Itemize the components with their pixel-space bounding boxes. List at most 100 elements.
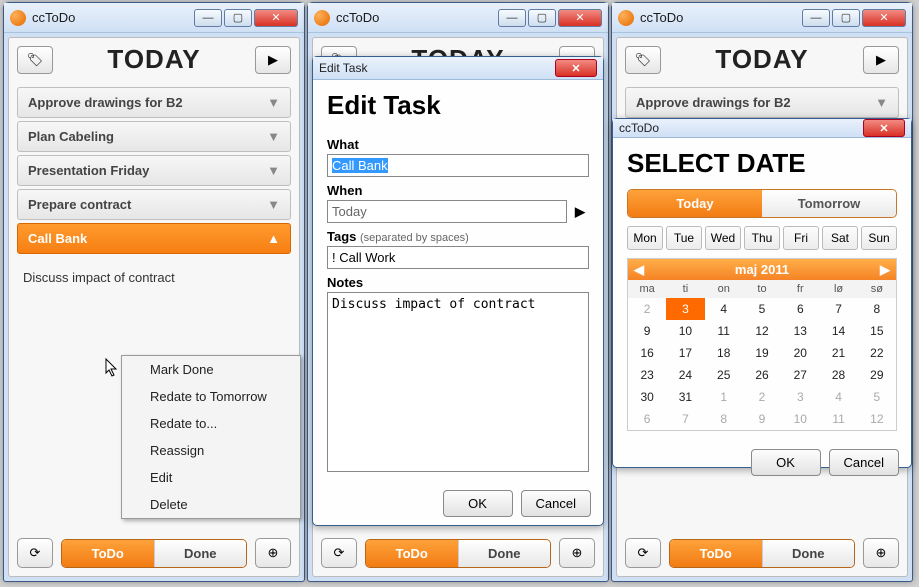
tab-todo[interactable]: ToDo — [366, 540, 459, 567]
cal-day[interactable]: 22 — [858, 342, 896, 364]
task-row[interactable]: Prepare contract▼ — [17, 189, 291, 220]
cal-next-button[interactable]: ▶ — [874, 262, 896, 278]
ctx-edit[interactable]: Edit — [122, 464, 300, 491]
cal-day[interactable]: 11 — [819, 408, 857, 430]
cancel-button[interactable]: Cancel — [521, 490, 591, 517]
refresh-button[interactable]: ⟳ — [321, 538, 357, 568]
add-button[interactable]: ⊕ — [559, 538, 595, 568]
cal-day[interactable]: 27 — [781, 364, 819, 386]
close-button[interactable]: ✕ — [254, 9, 298, 27]
add-button[interactable]: ⊕ — [863, 538, 899, 568]
ctx-delete[interactable]: Delete — [122, 491, 300, 518]
cal-prev-button[interactable]: ◀ — [628, 262, 650, 278]
cal-day[interactable]: 14 — [819, 320, 857, 342]
close-button[interactable]: ✕ — [558, 9, 602, 27]
cal-day[interactable]: 29 — [858, 364, 896, 386]
add-button[interactable]: ⊕ — [255, 538, 291, 568]
cal-day[interactable]: 18 — [705, 342, 743, 364]
titlebar[interactable]: ccToDo — ▢ ✕ — [612, 3, 912, 33]
tag-button[interactable]: 🏷 — [17, 46, 53, 74]
cal-day[interactable]: 7 — [819, 298, 857, 320]
maximize-button[interactable]: ▢ — [832, 9, 860, 27]
day-sun[interactable]: Sun — [861, 226, 897, 250]
cal-day[interactable]: 17 — [666, 342, 704, 364]
ok-button[interactable]: OK — [751, 449, 821, 476]
cal-day[interactable]: 6 — [781, 298, 819, 320]
tab-todo[interactable]: ToDo — [670, 540, 763, 567]
cal-day[interactable]: 2 — [628, 298, 666, 320]
cal-day[interactable]: 3 — [781, 386, 819, 408]
dialog-close-button[interactable]: ✕ — [863, 119, 905, 137]
cal-day[interactable]: 7 — [666, 408, 704, 430]
ctx-reassign[interactable]: Reassign — [122, 437, 300, 464]
when-input[interactable]: Today — [327, 200, 567, 223]
refresh-button[interactable]: ⟳ — [625, 538, 661, 568]
cal-day[interactable]: 5 — [743, 298, 781, 320]
tab-done[interactable]: Done — [459, 540, 551, 567]
cal-day[interactable]: 3 — [666, 298, 704, 320]
cal-day[interactable]: 26 — [743, 364, 781, 386]
cancel-button[interactable]: Cancel — [829, 449, 899, 476]
cal-day[interactable]: 31 — [666, 386, 704, 408]
day-wed[interactable]: Wed — [705, 226, 741, 250]
close-button[interactable]: ✕ — [862, 9, 906, 27]
cal-day[interactable]: 10 — [666, 320, 704, 342]
day-fri[interactable]: Fri — [783, 226, 819, 250]
play-button[interactable]: ▶ — [863, 46, 899, 74]
play-button[interactable]: ▶ — [255, 46, 291, 74]
tab-done[interactable]: Done — [763, 540, 855, 567]
cal-day[interactable]: 24 — [666, 364, 704, 386]
cal-day[interactable]: 25 — [705, 364, 743, 386]
day-mon[interactable]: Mon — [627, 226, 663, 250]
tags-input[interactable] — [327, 246, 589, 269]
cal-day[interactable]: 12 — [858, 408, 896, 430]
cal-day[interactable]: 21 — [819, 342, 857, 364]
task-row[interactable]: Plan Cabeling▼ — [17, 121, 291, 152]
cal-day[interactable]: 9 — [743, 408, 781, 430]
tag-button[interactable]: 🏷 — [625, 46, 661, 74]
titlebar[interactable]: ccToDo — ▢ ✕ — [4, 3, 304, 33]
task-row[interactable]: Approve drawings for B2▼ — [625, 87, 899, 118]
tab-done[interactable]: Done — [155, 540, 247, 567]
refresh-button[interactable]: ⟳ — [17, 538, 53, 568]
when-picker-button[interactable]: ▶ — [571, 204, 589, 220]
cal-day[interactable]: 20 — [781, 342, 819, 364]
cal-day[interactable]: 2 — [743, 386, 781, 408]
titlebar[interactable]: ccToDo — ▢ ✕ — [308, 3, 608, 33]
dialog-close-button[interactable]: ✕ — [555, 59, 597, 77]
task-row[interactable]: Approve drawings for B2▼ — [17, 87, 291, 118]
ctx-redate-to[interactable]: Redate to... — [122, 410, 300, 437]
day-sat[interactable]: Sat — [822, 226, 858, 250]
ctx-mark-done[interactable]: Mark Done — [122, 356, 300, 383]
day-thu[interactable]: Thu — [744, 226, 780, 250]
dialog-titlebar[interactable]: Edit Task ✕ — [313, 57, 603, 80]
cal-day[interactable]: 30 — [628, 386, 666, 408]
maximize-button[interactable]: ▢ — [528, 9, 556, 27]
cal-day[interactable]: 13 — [781, 320, 819, 342]
day-tue[interactable]: Tue — [666, 226, 702, 250]
notes-input[interactable] — [327, 292, 589, 472]
cal-day[interactable]: 4 — [819, 386, 857, 408]
ok-button[interactable]: OK — [443, 490, 513, 517]
cal-day[interactable]: 23 — [628, 364, 666, 386]
cal-day[interactable]: 1 — [705, 386, 743, 408]
cal-day[interactable]: 4 — [705, 298, 743, 320]
cal-day[interactable]: 16 — [628, 342, 666, 364]
tab-todo[interactable]: ToDo — [62, 540, 155, 567]
minimize-button[interactable]: — — [802, 9, 830, 27]
tomorrow-button[interactable]: Tomorrow — [762, 190, 896, 217]
cal-day[interactable]: 6 — [628, 408, 666, 430]
cal-day[interactable]: 28 — [819, 364, 857, 386]
cal-day[interactable]: 12 — [743, 320, 781, 342]
cal-day[interactable]: 15 — [858, 320, 896, 342]
cal-day[interactable]: 19 — [743, 342, 781, 364]
what-input[interactable]: Call Bank — [327, 154, 589, 177]
task-row-active[interactable]: Call Bank▲ — [17, 223, 291, 254]
cal-day[interactable]: 5 — [858, 386, 896, 408]
task-row[interactable]: Presentation Friday▼ — [17, 155, 291, 186]
cal-day[interactable]: 8 — [705, 408, 743, 430]
ctx-redate-tomorrow[interactable]: Redate to Tomorrow — [122, 383, 300, 410]
maximize-button[interactable]: ▢ — [224, 9, 252, 27]
cal-day[interactable]: 8 — [858, 298, 896, 320]
cal-day[interactable]: 10 — [781, 408, 819, 430]
